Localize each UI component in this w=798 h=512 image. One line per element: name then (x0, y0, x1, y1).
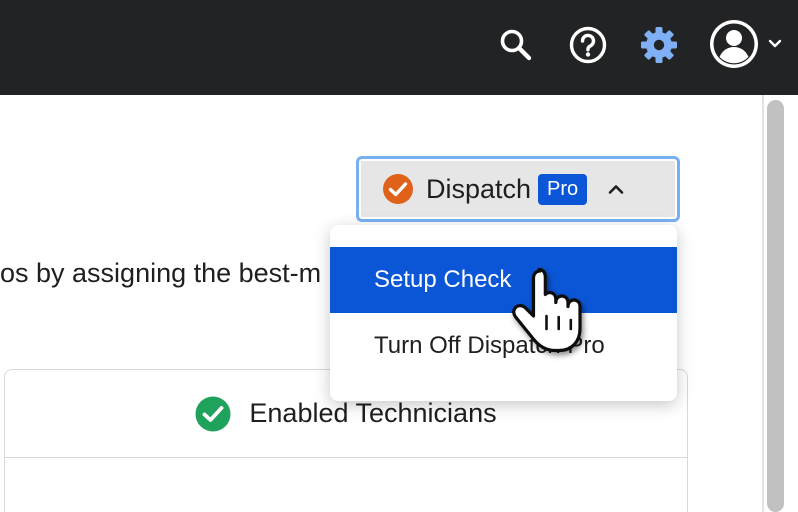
chevron-down-icon (768, 39, 782, 48)
user-avatar-icon (710, 20, 758, 68)
scrollbar-divider (762, 95, 764, 512)
panel-title: Enabled Technicians (249, 398, 497, 428)
gear-icon[interactable] (636, 22, 682, 68)
scrollbar-thumb[interactable] (767, 100, 784, 512)
user-menu-button[interactable] (706, 16, 786, 72)
search-icon[interactable] (493, 22, 539, 68)
description-text: os by assigning the best-m (0, 258, 322, 288)
help-icon[interactable] (565, 22, 611, 68)
panel-divider (5, 457, 687, 458)
dispatch-label: Dispatch (426, 173, 532, 204)
status-check-icon (383, 174, 413, 204)
chevron-up-icon (608, 185, 624, 194)
check-circle-icon (195, 396, 231, 431)
top-navigation-bar (0, 0, 798, 95)
pro-badge: Pro (538, 173, 588, 205)
dispatch-pro-toggle-button[interactable]: Dispatch Pro (356, 156, 680, 222)
hand-pointer-cursor-icon (512, 267, 582, 353)
